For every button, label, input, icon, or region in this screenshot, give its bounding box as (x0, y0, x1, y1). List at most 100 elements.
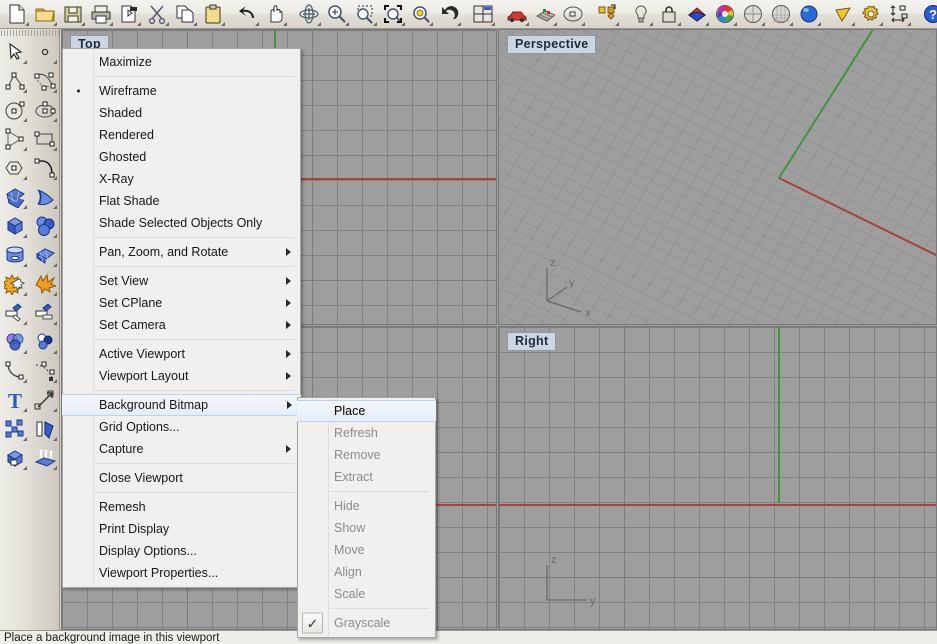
menu-item-label: Align (334, 565, 362, 579)
menu-item-x-ray[interactable]: X-Ray (63, 168, 300, 190)
box-solid-icon[interactable] (1, 211, 29, 240)
ellipse-icon[interactable] (31, 95, 59, 124)
surface-grid-icon[interactable] (1, 182, 29, 211)
menu-item-viewport-layout[interactable]: Viewport Layout (63, 365, 300, 387)
render-preview-car-icon[interactable] (503, 1, 531, 27)
trim-icon[interactable] (1, 298, 29, 327)
new-file-icon[interactable] (3, 1, 31, 27)
scale-arrow-icon[interactable] (31, 385, 59, 414)
sphere-solid-icon[interactable] (31, 211, 59, 240)
environment-sphere-icon[interactable] (739, 1, 767, 27)
mirror-icon[interactable] (31, 414, 59, 443)
light-bulb-icon[interactable] (627, 1, 655, 27)
menu-item-shaded[interactable]: Shaded (63, 102, 300, 124)
render-mesh-icon[interactable] (531, 1, 559, 27)
explode-icon[interactable] (31, 269, 59, 298)
zoom-selected-icon[interactable] (407, 1, 435, 27)
rotate-view-icon[interactable] (295, 1, 323, 27)
chevron-right-icon (286, 321, 291, 329)
menu-item-close-viewport[interactable]: Close Viewport (63, 467, 300, 489)
blue-sphere-icon[interactable] (795, 1, 823, 27)
box-edit-icon[interactable] (1, 443, 29, 472)
zoom-extents-icon[interactable] (379, 1, 407, 27)
menu-item-remesh[interactable]: Remesh (63, 496, 300, 518)
flyout-corner-marker (53, 89, 57, 93)
menu-item-shade-selected-objects-only[interactable]: Shade Selected Objects Only (63, 212, 300, 234)
polyline-icon[interactable] (1, 66, 29, 95)
zoom-window-icon[interactable] (351, 1, 379, 27)
menu-item-set-camera[interactable]: Set Camera (63, 314, 300, 336)
boolean-union-star-icon[interactable] (1, 269, 29, 298)
cylinder-solid-icon[interactable] (1, 240, 29, 269)
menu-item-pan-zoom-and-rotate[interactable]: Pan, Zoom, and Rotate (63, 241, 300, 263)
curve-control-points-icon[interactable] (31, 66, 59, 95)
menu-item-capture[interactable]: Capture (63, 438, 300, 460)
circle-icon[interactable] (1, 95, 29, 124)
copy-pages-icon[interactable] (171, 1, 199, 27)
cut-copy-page-icon[interactable] (115, 1, 143, 27)
menu-item-place[interactable]: Place (297, 400, 436, 422)
point-icon[interactable] (31, 37, 59, 66)
layer-objects-icon[interactable] (593, 1, 621, 27)
select-arrow-icon[interactable] (1, 37, 29, 66)
menu-item-print-display[interactable]: Print Display (63, 518, 300, 540)
scissors-cut-icon[interactable] (143, 1, 171, 27)
arc-corner-icon[interactable] (31, 153, 59, 182)
lock-icon[interactable] (655, 1, 683, 27)
text-tool-icon[interactable]: T (1, 385, 29, 414)
paste-clipboard-icon[interactable] (199, 1, 227, 27)
sidebar-drag-grip-1[interactable] (1, 30, 29, 36)
viewport-right[interactable]: Right z y (498, 326, 937, 630)
menu-item-flat-shade[interactable]: Flat Shade (63, 190, 300, 212)
viewport-right-label[interactable]: Right (507, 332, 557, 351)
fillet-curve-icon[interactable] (1, 356, 29, 385)
menu-item-grid-options[interactable]: Grid Options... (63, 416, 300, 438)
undo-arrow-icon[interactable] (233, 1, 261, 27)
menu-item-active-viewport[interactable]: Active Viewport (63, 343, 300, 365)
pan-hand-icon[interactable] (261, 1, 289, 27)
flyout-corner-marker (23, 60, 27, 64)
zoom-in-out-icon[interactable] (323, 1, 351, 27)
ground-plane-sphere-icon[interactable] (767, 1, 795, 27)
save-floppy-icon[interactable] (59, 1, 87, 27)
gear-options-icon[interactable] (857, 1, 885, 27)
named-cplane-icon[interactable] (559, 1, 587, 27)
menu-item-label: Active Viewport (99, 347, 185, 361)
menu-item-background-bitmap[interactable]: Background Bitmap (62, 394, 301, 416)
split-icon[interactable] (31, 298, 59, 327)
hexagon-polygon-icon[interactable] (1, 153, 29, 182)
sun-direction-icon[interactable] (829, 1, 857, 27)
dimension-icon[interactable] (885, 1, 913, 27)
undo-view-change-icon[interactable] (435, 1, 463, 27)
viewport-perspective[interactable]: Perspective z y x (498, 29, 937, 325)
extrude-up-icon[interactable] (31, 443, 59, 472)
offset-circles-icon[interactable] (31, 327, 59, 356)
viewport-perspective-label[interactable]: Perspective (507, 35, 597, 54)
menu-item-ghosted[interactable]: Ghosted (63, 146, 300, 168)
loft-surface-icon[interactable] (31, 182, 59, 211)
sidebar-drag-grip-2[interactable] (31, 30, 59, 36)
array-curve-icon[interactable] (31, 356, 59, 385)
four-viewport-layout-icon[interactable] (469, 1, 497, 27)
help-question-icon[interactable]: ? (919, 1, 937, 27)
menu-item-maximize[interactable]: Maximize (63, 51, 300, 73)
menu-item-refresh: Refresh (298, 422, 435, 444)
menu-item-set-cplane[interactable]: Set CPlane (63, 292, 300, 314)
color-wheel-icon[interactable] (711, 1, 739, 27)
menu-item-rendered[interactable]: Rendered (63, 124, 300, 146)
sphere-group-icon[interactable] (1, 327, 29, 356)
flyout-corner-marker (23, 321, 27, 325)
viewport-context-menu[interactable]: Maximize Wireframe Shaded Rendered Ghosted X-… (62, 48, 301, 588)
polygon-triangle-icon[interactable] (1, 124, 29, 153)
group-objects-icon[interactable] (1, 414, 29, 443)
material-swatch-icon[interactable] (683, 1, 711, 27)
menu-item-display-options[interactable]: Display Options... (63, 540, 300, 562)
print-icon[interactable] (87, 1, 115, 27)
menu-item-set-view[interactable]: Set View (63, 270, 300, 292)
open-folder-icon[interactable] (31, 1, 59, 27)
menu-item-wireframe[interactable]: Wireframe (63, 80, 300, 102)
background-bitmap-submenu[interactable]: Place Refresh Remove Extract Hide Show Move Ali… (297, 397, 436, 638)
surface-patch-icon[interactable] (31, 240, 59, 269)
rectangle-icon[interactable] (31, 124, 59, 153)
menu-item-viewport-properties[interactable]: Viewport Properties... (63, 562, 300, 584)
